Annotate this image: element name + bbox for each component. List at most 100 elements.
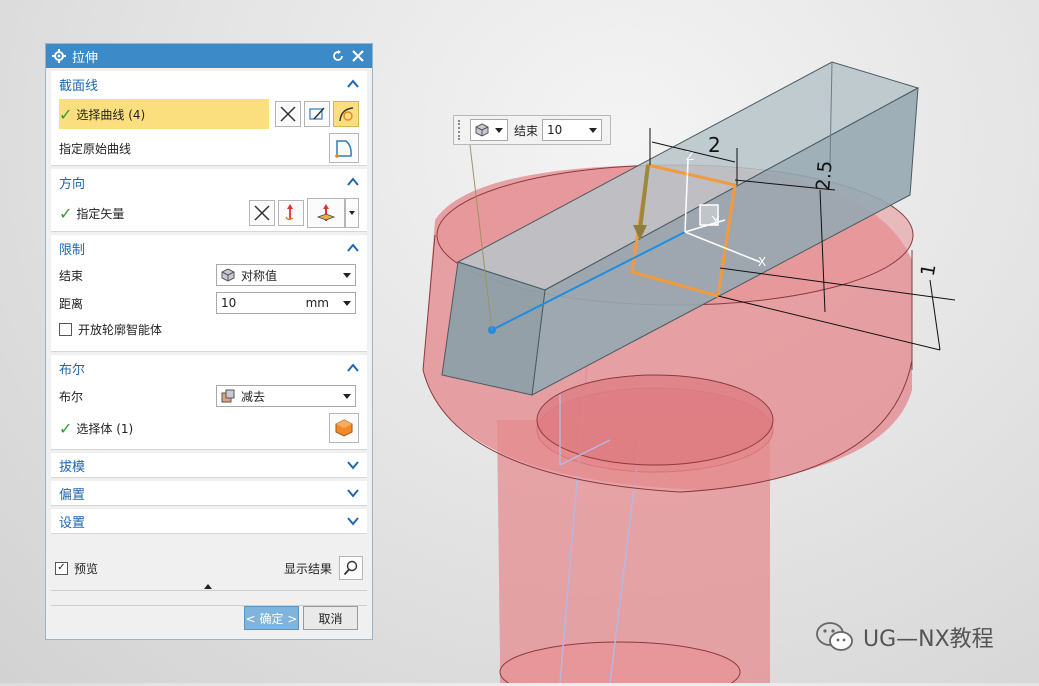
section-boolean-header[interactable]: 布尔 (51, 355, 367, 381)
section-direction-header[interactable]: 方向 (51, 169, 367, 195)
section-settings-header[interactable]: 设置 (51, 509, 367, 533)
chevron-up-icon (347, 243, 359, 252)
cross-lines-icon (280, 106, 296, 122)
close-button[interactable] (350, 48, 366, 64)
curve-rule-button[interactable] (275, 101, 301, 127)
select-body-label: 选择体 (1) (76, 421, 134, 436)
section-offset: 偏置 (51, 481, 367, 506)
chevron-down-icon (495, 127, 503, 133)
section-curve-header[interactable]: 截面线 (51, 71, 367, 97)
origin-curve-icon (335, 140, 352, 158)
section-settings: 设置 (51, 509, 367, 534)
expand-toggle[interactable] (51, 584, 367, 605)
section-limits-title: 限制 (59, 242, 86, 258)
section-draft-title: 拔模 (59, 459, 86, 475)
preview-label: 预览 (74, 561, 99, 576)
watermark: UG—NX教程 (815, 620, 994, 654)
section-limits-header[interactable]: 限制 (51, 235, 367, 261)
cube-icon (221, 268, 235, 282)
open-profile-checkbox[interactable] (59, 322, 72, 336)
dimension-width: 2 (708, 133, 721, 157)
section-limits: 限制 结束 对称值 距离 10 mm 开放轮廓智能体 (51, 235, 367, 352)
triangle-up-icon (204, 584, 212, 589)
end-type-combo[interactable] (470, 119, 508, 141)
chevron-up-icon (347, 363, 359, 372)
specify-origin-row[interactable]: 指定原始曲线 (51, 131, 367, 165)
axis-y-label: Y (711, 214, 720, 228)
extrude-dialog: 拉伸 截面线 ✓ 选择曲线 (4) 指定原始曲线 方向 ✓ 指定矢量 限制 结束… (45, 43, 373, 640)
distance-unit: mm (305, 296, 329, 310)
solid-body-icon (335, 419, 353, 437)
dialog-titlebar[interactable]: 拉伸 (46, 44, 372, 68)
gear-icon (52, 49, 66, 63)
distance-input[interactable]: 10 mm (216, 292, 356, 314)
select-curve-row[interactable]: ✓ 选择曲线 (4) (51, 97, 367, 131)
chevron-down-icon (589, 127, 598, 133)
specify-origin-label: 指定原始曲线 (59, 141, 132, 156)
origin-curve-button[interactable] (329, 133, 359, 163)
distance-value: 10 (221, 296, 237, 310)
boolean-value: 减去 (241, 389, 266, 404)
end-type-select[interactable]: 对称值 (216, 264, 356, 286)
sketch-section-button[interactable] (304, 101, 330, 127)
specify-vector-row[interactable]: ✓ 指定矢量 (51, 195, 367, 231)
float-toolbar: 结束 10 (453, 115, 611, 145)
specify-vector-label: 指定矢量 (76, 206, 125, 221)
section-direction-title: 方向 (59, 176, 86, 192)
subtract-icon (221, 389, 235, 403)
section-direction: 方向 ✓ 指定矢量 (51, 169, 367, 232)
select-curve-label: 选择曲线 (4) (76, 107, 146, 122)
show-result-button[interactable] (339, 556, 363, 580)
cancel-button[interactable]: 取消 (303, 606, 358, 630)
vector-reverse-button[interactable] (249, 200, 275, 226)
dialog-title: 拉伸 (72, 50, 99, 66)
section-boolean-title: 布尔 (59, 362, 86, 378)
vector-dialog-button[interactable] (278, 200, 304, 226)
float-end-label: 结束 (514, 123, 539, 138)
dimension-height: 2.5 (812, 160, 837, 192)
preview-checkbox[interactable]: ✓ (55, 561, 68, 575)
distance-row: 距离 10 mm (51, 289, 367, 317)
section-offset-header[interactable]: 偏置 (51, 481, 367, 505)
cube-icon (475, 123, 489, 137)
chevron-down-icon (349, 211, 355, 215)
reset-button[interactable] (330, 48, 346, 64)
boolean-select[interactable]: 减去 (216, 385, 356, 407)
vector-icon (285, 204, 294, 220)
vector-type-combo[interactable] (307, 198, 345, 228)
show-result-label: 显示结果 (283, 561, 332, 576)
section-curve-title: 截面线 (59, 78, 99, 94)
float-end-value: 10 (547, 123, 563, 137)
section-draft-header[interactable]: 拔模 (51, 453, 367, 477)
section-draft: 拔模 (51, 453, 367, 478)
vector-dropdown-button[interactable] (345, 198, 359, 228)
ok-button[interactable]: < 确定 > (244, 606, 299, 630)
vector-axis-icon (316, 204, 336, 221)
sketch-icon (309, 107, 325, 120)
cross-lines-icon (254, 205, 270, 221)
boolean-row: 布尔 减去 (51, 381, 367, 411)
end-type-value: 对称值 (241, 268, 278, 283)
chevron-down-icon (347, 489, 359, 498)
section-settings-title: 设置 (59, 515, 86, 531)
open-profile-row[interactable]: 开放轮廓智能体 (51, 317, 367, 341)
chevron-up-icon (347, 79, 359, 88)
checkmark-icon: ✓ (59, 418, 73, 438)
float-end-value-combo[interactable]: 10 (542, 119, 603, 141)
chevron-up-icon (347, 177, 359, 186)
chevron-down-icon (343, 300, 351, 306)
chevron-down-icon (343, 272, 351, 278)
reset-icon (333, 50, 343, 61)
select-body-row[interactable]: ✓ 选择体 (1) (51, 411, 367, 445)
close-icon (352, 50, 364, 62)
chevron-down-icon (347, 461, 359, 470)
curve-select-button[interactable] (333, 101, 359, 127)
toolbar-grip[interactable] (458, 120, 464, 140)
checkmark-icon: ✓ (59, 104, 73, 124)
select-body-button[interactable] (329, 413, 359, 443)
section-offset-title: 偏置 (59, 487, 86, 503)
preview-area: ✓ 预览 显示结果 (51, 554, 367, 606)
dimension-depth: 1 (917, 262, 941, 278)
section-boolean: 布尔 布尔 减去 ✓ 选择体 (1) (51, 355, 367, 450)
chevron-down-icon (343, 393, 351, 399)
